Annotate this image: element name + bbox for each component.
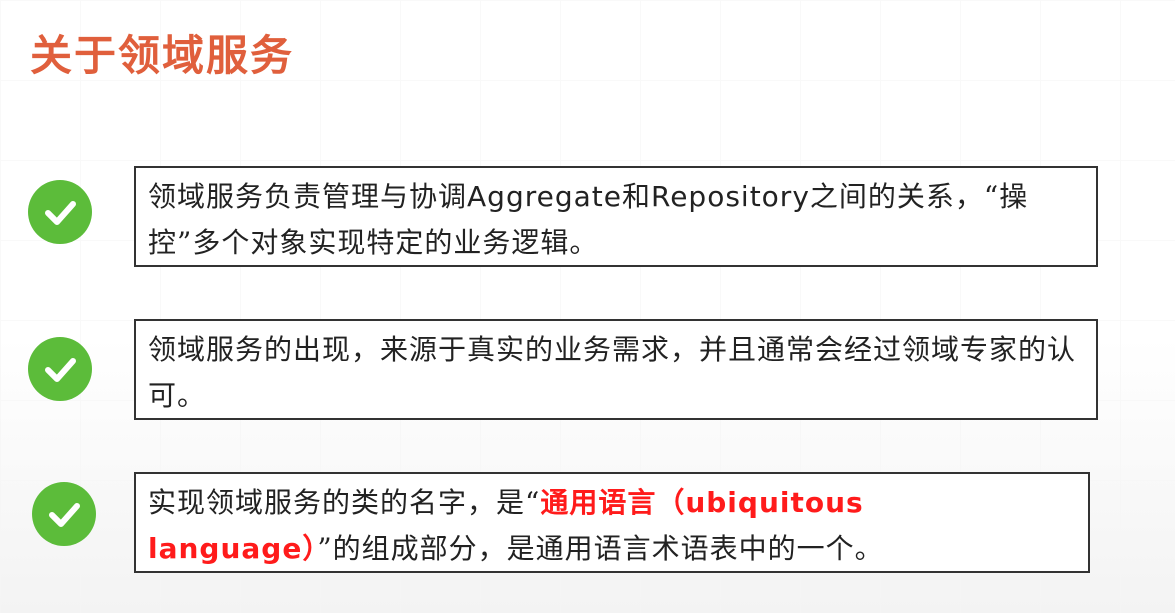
slide: 关于领域服务 领域服务负责管理与协调Aggregate和Repository之间…: [0, 0, 1175, 613]
point-1-text-b: 和: [621, 180, 651, 213]
point-box-3: 实现领域服务的类的名字，是“通用语言（ubiquitous language）”…: [134, 472, 1090, 573]
check-icon: [32, 482, 96, 546]
check-mark: [45, 358, 76, 382]
check-mark: [45, 201, 76, 225]
point-box-1: 领域服务负责管理与协调Aggregate和Repository之间的关系，“操控…: [134, 166, 1098, 267]
point-1-text-a: 领域服务负责管理与协调: [148, 180, 468, 213]
check-icon: [28, 180, 92, 244]
point-2-text: 领域服务的出现，来源于真实的业务需求，并且通常会经过领域专家的认可。: [148, 333, 1077, 412]
point-box-2: 领域服务的出现，来源于真实的业务需求，并且通常会经过领域专家的认可。: [134, 319, 1098, 420]
point-3-text-before: 实现领域服务的类的名字，是“: [148, 486, 541, 519]
point-3-text-after: ”的组成部分，是通用语言术语表中的一个。: [317, 532, 884, 565]
point-1-term-aggregate: Aggregate: [467, 180, 622, 213]
check-icon: [28, 337, 92, 401]
point-1-term-repository: Repository: [651, 180, 810, 213]
slide-title: 关于领域服务: [30, 31, 295, 80]
check-mark: [49, 503, 80, 527]
